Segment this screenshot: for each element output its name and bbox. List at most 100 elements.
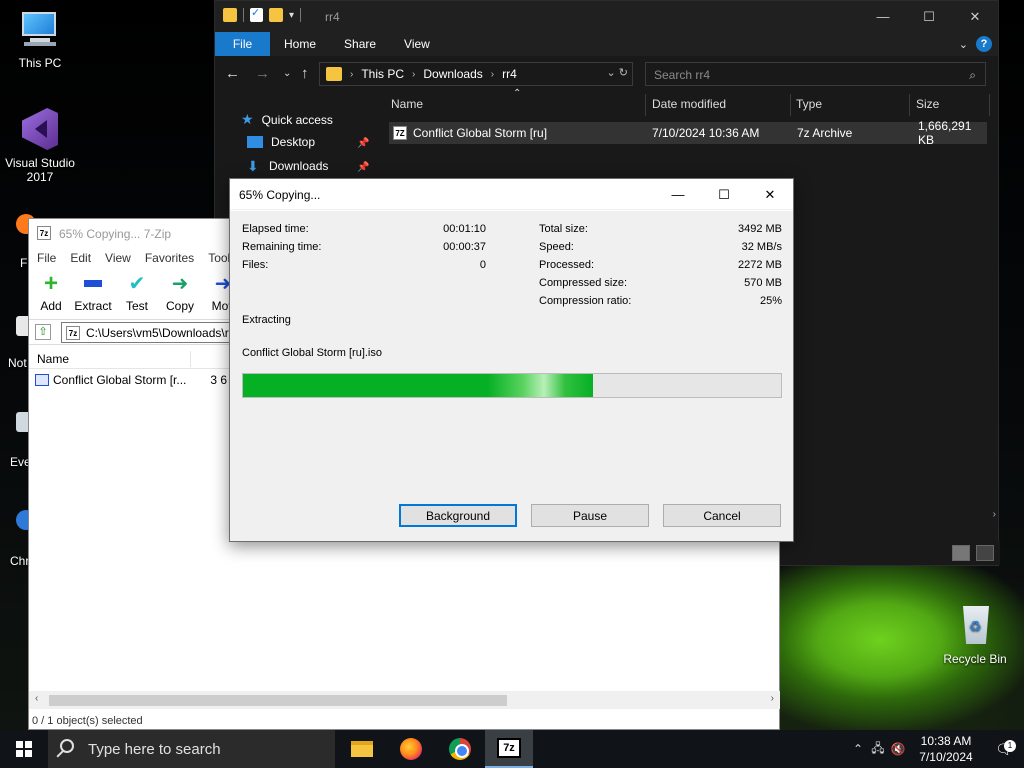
speed-label: Speed: [539, 241, 574, 253]
search-icon [60, 739, 74, 753]
menu-view[interactable]: View [105, 251, 131, 265]
recycle-bin-desktop-icon[interactable]: ♻ Recycle Bin [935, 604, 1015, 666]
help-icon[interactable]: ? [976, 36, 992, 52]
taskbar-7zip[interactable]: 7z [485, 730, 533, 768]
address-bar[interactable]: › This PC › Downloads › rr4 ⌄ ↻ [319, 62, 633, 86]
column-divider[interactable] [989, 94, 990, 116]
tab-home[interactable]: Home [270, 32, 330, 56]
maximize-button[interactable]: ☐ [906, 1, 952, 32]
column-divider[interactable] [790, 94, 791, 116]
start-button[interactable] [0, 730, 48, 768]
extract-button[interactable]: Extract [71, 271, 115, 313]
menu-edit[interactable]: Edit [70, 251, 91, 265]
chevron-up-icon[interactable]: ⌃ [848, 742, 868, 756]
quick-access-toolbar: ▾ [223, 6, 302, 22]
minimize-button[interactable]: — [860, 1, 906, 32]
visual-studio-desktop-icon[interactable]: Visual Studio 2017 [0, 108, 80, 184]
tab-view[interactable]: View [390, 32, 444, 56]
column-date-modified[interactable]: Date modified [652, 92, 726, 116]
background-button[interactable]: Background [399, 504, 517, 527]
file-row[interactable]: 7Z Conflict Global Storm [ru] 7/10/2024 … [389, 119, 987, 147]
up-arrow-icon[interactable]: ↑ [301, 65, 309, 82]
explorer-titlebar[interactable]: ▾ rr4 — ☐ ✕ [215, 1, 998, 32]
column-divider[interactable] [909, 94, 910, 116]
copy-button[interactable]: ➜ Copy [158, 271, 202, 313]
nav-item-desktop[interactable]: Desktop [247, 135, 315, 149]
close-button[interactable]: ✕ [952, 1, 998, 32]
windows-logo-icon [16, 741, 32, 757]
taskbar: Type here to search 7z ⌃ 🖧 🔇 10:38 AM 7/… [0, 730, 1024, 768]
column-size[interactable]: Size [916, 92, 939, 116]
maximize-button[interactable]: ☐ [701, 179, 747, 210]
nav-item-downloads[interactable]: ⬇ Downloads [247, 159, 328, 173]
large-icons-view-icon[interactable] [976, 545, 994, 561]
column-divider[interactable] [190, 351, 191, 367]
menu-file[interactable]: File [37, 251, 56, 265]
tab-file[interactable]: File [215, 32, 270, 56]
action-center-button[interactable]: 🗨 1 [984, 739, 1024, 758]
new-folder-icon[interactable] [269, 8, 283, 22]
clock-date: 7/10/2024 [919, 750, 973, 764]
recent-locations-icon[interactable]: ⌄ [283, 68, 291, 79]
nav-label: Downloads [269, 159, 329, 173]
scroll-right-icon[interactable]: › [771, 693, 774, 704]
breadcrumb-downloads[interactable]: Downloads [423, 67, 482, 81]
volume-muted-icon[interactable]: 🔇 [888, 742, 908, 756]
column-type[interactable]: Type [796, 92, 822, 116]
nav-item-quick-access[interactable]: ★ Quick access [241, 111, 333, 128]
pause-button[interactable]: Pause [531, 504, 649, 527]
this-pc-desktop-icon[interactable]: This PC [0, 8, 80, 70]
customize-toolbar-icon[interactable]: ▾ [289, 10, 294, 21]
clock[interactable]: 10:38 AM 7/10/2024 [908, 733, 984, 765]
expand-ribbon-icon[interactable]: ⌄ [959, 38, 968, 51]
breadcrumb-this-pc[interactable]: This PC [361, 67, 404, 81]
taskbar-firefox[interactable] [387, 730, 435, 768]
minimize-button[interactable]: — [655, 179, 701, 210]
horizontal-scrollbar[interactable]: ‹ › [29, 691, 780, 709]
nav-label: Desktop [271, 135, 316, 149]
properties-icon[interactable] [250, 6, 263, 22]
taskbar-file-explorer[interactable] [338, 730, 386, 768]
forward-arrow-icon[interactable]: → [255, 65, 270, 82]
tab-share[interactable]: Share [330, 32, 390, 56]
chrome-icon [449, 738, 471, 760]
operation-label: Extracting [242, 314, 291, 326]
scrollbar-thumb[interactable] [49, 695, 507, 706]
search-icon: ⌕ [969, 68, 976, 82]
system-tray: ⌃ 🖧 🔇 10:38 AM 7/10/2024 🗨 1 [848, 730, 1024, 768]
taskbar-chrome[interactable] [436, 730, 484, 768]
scroll-right-icon[interactable]: › [993, 509, 996, 520]
checkmark-icon: ✔ [128, 273, 146, 295]
total-size-label: Total size: [539, 223, 588, 235]
7zip-title: 65% Copying... 7-Zip [59, 227, 172, 241]
scroll-left-icon[interactable]: ‹ [35, 693, 38, 704]
folder-icon [223, 8, 237, 22]
network-icon[interactable]: 🖧 [868, 739, 888, 760]
close-button[interactable]: ✕ [747, 179, 793, 210]
refresh-icon[interactable]: ⌄ ↻ [607, 66, 629, 79]
up-folder-icon[interactable]: ⇧ [35, 324, 51, 340]
pin-icon: 📌 [357, 138, 370, 149]
add-button[interactable]: + Add [29, 271, 73, 314]
column-divider[interactable] [645, 94, 646, 116]
7zip-list-item[interactable]: Conflict Global Storm [r... 3 6 [35, 373, 227, 387]
7zip-icon: 7z [497, 738, 521, 758]
item-name: Conflict Global Storm [r... [53, 373, 187, 387]
column-name[interactable]: Name [391, 92, 423, 116]
back-arrow-icon[interactable]: ← [225, 65, 240, 82]
breadcrumb-rr4[interactable]: rr4 [502, 67, 517, 81]
taskbar-search-box[interactable]: Type here to search [48, 730, 335, 768]
dialog-titlebar[interactable]: 65% Copying... — ☐ ✕ [230, 179, 793, 210]
column-name[interactable]: Name [37, 352, 69, 366]
clock-time: 10:38 AM [920, 734, 972, 748]
crumb-separator: › [412, 68, 416, 80]
folder-icon [326, 67, 342, 81]
processed-value: 2272 MB [737, 259, 782, 271]
menu-favorites[interactable]: Favorites [145, 251, 194, 265]
cancel-button[interactable]: Cancel [663, 504, 781, 527]
details-view-icon[interactable] [952, 545, 970, 561]
progress-fill [243, 374, 593, 397]
test-button[interactable]: ✔ Test [115, 271, 159, 313]
explorer-status-area: › [771, 509, 1000, 565]
search-input[interactable]: Search rr4 [645, 62, 986, 86]
